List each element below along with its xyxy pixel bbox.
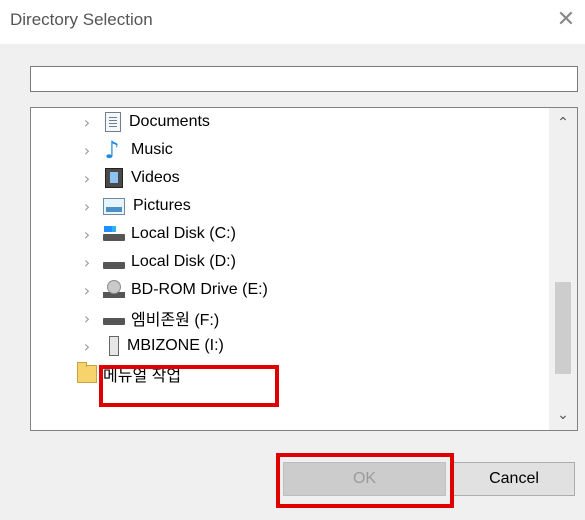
chevron-right-icon[interactable]: ›	[79, 113, 95, 132]
drive-icon	[101, 308, 125, 328]
chevron-right-icon[interactable]: ›	[79, 281, 95, 300]
chevron-right-icon[interactable]: ›	[79, 197, 95, 216]
tree-item-label: Documents	[129, 113, 210, 130]
tree-item-mbizone[interactable]: › MBIZONE (I:)	[79, 332, 577, 360]
scroll-down-icon[interactable]: ⌄	[549, 402, 577, 428]
tree-item-label: 메뉴얼 작업	[103, 368, 182, 385]
folder-icon	[77, 362, 97, 383]
music-icon: ♪	[104, 136, 120, 164]
tree-item-label: Videos	[131, 169, 180, 186]
tree-item-label: MBIZONE (I:)	[127, 337, 224, 354]
chevron-right-icon[interactable]: ›	[79, 169, 95, 188]
tree-item-label: 엠비존원 (F:)	[131, 312, 220, 329]
tree-item-label: BD-ROM Drive (E:)	[131, 281, 268, 298]
pictures-icon	[103, 197, 125, 215]
close-icon[interactable]: ✕	[553, 6, 579, 32]
tree-item-music[interactable]: › ♪ Music	[79, 136, 577, 164]
scrollbar-thumb[interactable]	[555, 282, 571, 374]
path-input[interactable]	[30, 66, 578, 92]
vertical-scrollbar[interactable]: ⌃ ⌄	[549, 108, 577, 430]
tree-item-local-disk-c[interactable]: › Local Disk (C:)	[79, 220, 577, 248]
system-drive-icon	[101, 224, 125, 244]
tree-item-label: Music	[131, 141, 173, 158]
tree-item-bd-rom[interactable]: › BD-ROM Drive (E:)	[79, 276, 577, 304]
tree-item-label: Local Disk (C:)	[131, 225, 236, 242]
folder-tree[interactable]: › Documents › ♪ Music › Videos › Picture…	[30, 107, 578, 431]
optical-drive-icon	[101, 280, 125, 300]
tree-item-local-disk-d[interactable]: › Local Disk (D:)	[79, 248, 577, 276]
dialog-title: Directory Selection	[10, 10, 153, 29]
chevron-right-icon[interactable]: ›	[79, 309, 95, 328]
scroll-up-icon[interactable]: ⌃	[549, 110, 577, 136]
tree-item-manual-work[interactable]: 메뉴얼 작업	[77, 360, 577, 388]
ok-button[interactable]: OK	[283, 462, 446, 496]
chevron-right-icon[interactable]: ›	[79, 141, 95, 160]
documents-icon	[105, 112, 121, 132]
tree-item-pictures[interactable]: › Pictures	[79, 192, 577, 220]
tree-item-videos[interactable]: › Videos	[79, 164, 577, 192]
chevron-right-icon[interactable]: ›	[79, 253, 95, 272]
chevron-right-icon[interactable]: ›	[79, 337, 95, 356]
cancel-button[interactable]: Cancel	[453, 462, 575, 496]
videos-icon	[105, 168, 123, 188]
tree-item-documents[interactable]: › Documents	[79, 108, 577, 136]
title-bar: Directory Selection ✕	[0, 0, 585, 44]
tree-item-drive-f[interactable]: › 엠비존원 (F:)	[79, 304, 577, 332]
drive-icon	[101, 252, 125, 272]
tree-item-label: Pictures	[133, 197, 191, 214]
tree-item-label: Local Disk (D:)	[131, 253, 236, 270]
usb-drive-icon	[109, 336, 119, 356]
chevron-right-icon[interactable]: ›	[79, 225, 95, 244]
